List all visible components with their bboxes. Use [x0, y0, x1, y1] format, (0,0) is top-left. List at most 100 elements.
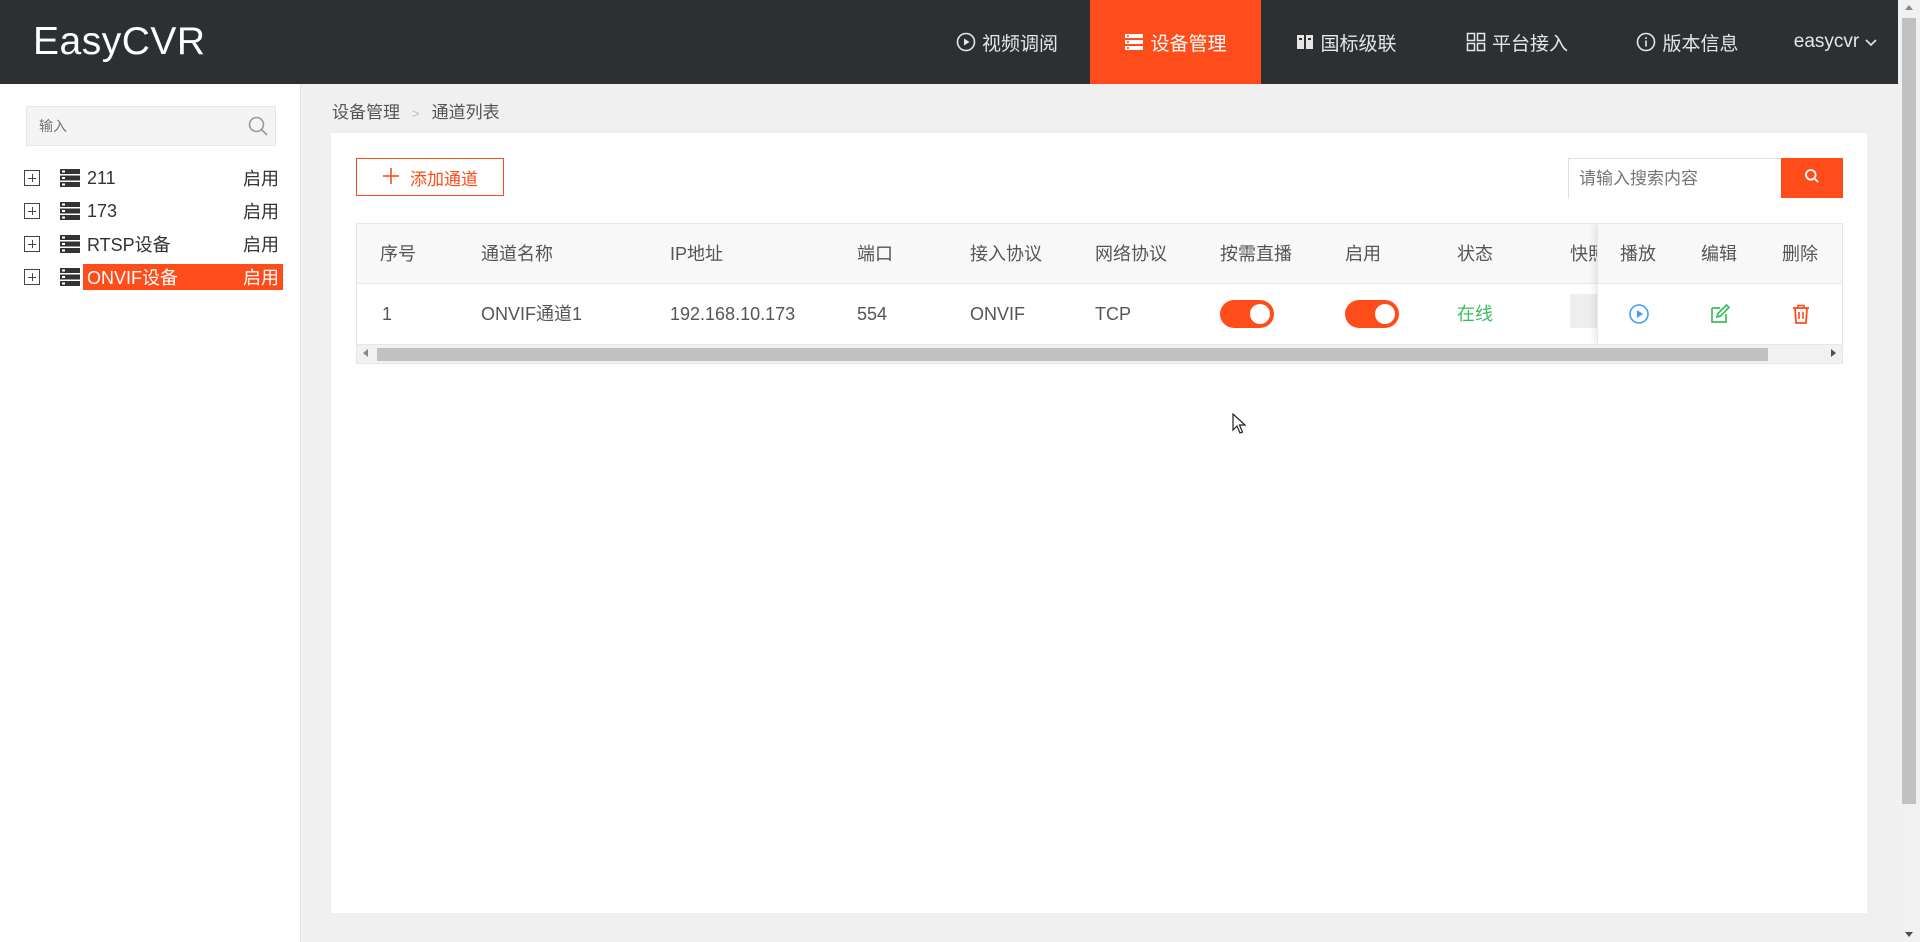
- user-menu[interactable]: easycvr: [1773, 0, 1898, 84]
- top-nav: 视频调阅 设备管理 国标级联 平台接入 版本信息 easycvr: [924, 0, 1898, 84]
- breadcrumb: 设备管理 > 通道列表: [332, 98, 500, 123]
- col-access: 接入协议: [970, 244, 1042, 264]
- server-icon: [60, 169, 80, 192]
- table-horizontal-scrollbar[interactable]: [357, 344, 1842, 363]
- add-channel-label: 添加通道: [410, 169, 478, 189]
- snapshot-thumbnail[interactable]: [1570, 294, 1600, 328]
- device-state: 启用: [243, 202, 279, 222]
- col-enabled: 启用: [1345, 244, 1381, 264]
- device-name: RTSP设备: [87, 235, 171, 255]
- search-icon: [1804, 168, 1820, 189]
- server-list-icon: [1124, 32, 1144, 52]
- expand-icon[interactable]: [24, 236, 40, 252]
- col-snapshot: 快照: [1570, 244, 1597, 264]
- device-name: ONVIF设备: [87, 268, 179, 288]
- col-status: 状态: [1457, 244, 1493, 264]
- plus-icon: [382, 167, 400, 188]
- info-icon: [1636, 32, 1656, 52]
- action-header: 播放 编辑 删除: [1598, 224, 1842, 284]
- action-row: [1598, 284, 1842, 344]
- tree-search-input[interactable]: [27, 107, 239, 145]
- device-state: 启用: [243, 235, 279, 255]
- scroll-thumb[interactable]: [1902, 18, 1916, 804]
- tree-node-label[interactable]: 173 启用: [83, 198, 283, 224]
- cell-network: TCP: [1095, 304, 1131, 324]
- book-icon: [1296, 33, 1314, 51]
- tree-node[interactable]: 211 启用: [0, 162, 300, 195]
- device-sidebar: 211 启用 173 启用 RTSP设备 启用: [0, 84, 301, 942]
- col-name: 通道名称: [481, 244, 553, 264]
- status-badge: 在线: [1457, 304, 1493, 324]
- server-icon: [60, 235, 80, 258]
- channel-list-panel: 添加通道 序号 通道名称 IP地址 端口 接入协议 网络协议 按需直播 启用 状…: [331, 133, 1867, 913]
- nav-item-version-info[interactable]: 版本信息: [1602, 0, 1773, 84]
- add-channel-button[interactable]: 添加通道: [356, 158, 504, 196]
- tree-node[interactable]: RTSP设备 启用: [0, 228, 300, 261]
- nav-item-device-management[interactable]: 设备管理: [1090, 0, 1261, 84]
- channel-search-input[interactable]: [1569, 159, 1781, 199]
- top-header: EasyCVR 视频调阅 设备管理 国标级联 平台接入 版本信息 easycvr: [0, 0, 1898, 84]
- grid-icon: [1466, 32, 1486, 52]
- nav-item-label: 视频调阅: [981, 33, 1058, 55]
- server-icon: [60, 202, 80, 225]
- enabled-toggle[interactable]: [1345, 300, 1399, 328]
- scroll-right-icon[interactable]: [1831, 349, 1836, 357]
- device-state: 启用: [243, 169, 279, 189]
- tree-node-label[interactable]: 211 启用: [83, 165, 283, 191]
- nav-item-label: 国标级联: [1320, 33, 1397, 55]
- tree-node-selected[interactable]: ONVIF设备 启用: [0, 261, 300, 294]
- scroll-thumb[interactable]: [377, 348, 1768, 361]
- breadcrumb-separator: >: [412, 106, 420, 121]
- col-index: 序号: [380, 244, 416, 264]
- cell-ip: 192.168.10.173: [670, 304, 796, 324]
- channel-search-button[interactable]: [1781, 158, 1843, 198]
- nav-item-label: 设备管理: [1150, 33, 1227, 55]
- expand-icon[interactable]: [24, 203, 40, 219]
- channel-table: 序号 通道名称 IP地址 端口 接入协议 网络协议 按需直播 启用 状态 快照 …: [356, 223, 1843, 364]
- ondemand-toggle[interactable]: [1220, 300, 1274, 328]
- scroll-up-icon[interactable]: [1905, 5, 1913, 10]
- breadcrumb-root[interactable]: 设备管理: [332, 103, 400, 122]
- mouse-cursor-icon: [1232, 412, 1247, 440]
- device-state: 启用: [243, 268, 279, 288]
- tree-search-box: [26, 106, 276, 146]
- play-circle-icon: [956, 32, 976, 52]
- nav-item-gb-cascade[interactable]: 国标级联: [1261, 0, 1432, 84]
- server-icon: [60, 268, 80, 291]
- play-icon[interactable]: [1628, 303, 1650, 330]
- edit-icon[interactable]: [1709, 303, 1731, 330]
- cell-name: ONVIF通道1: [481, 304, 583, 324]
- breadcrumb-current: 通道列表: [431, 103, 500, 122]
- chevron-down-icon: [1865, 35, 1877, 50]
- device-tree: 211 启用 173 启用 RTSP设备 启用 ONVIF设备 启用: [0, 162, 300, 294]
- cell-port: 554: [857, 304, 888, 324]
- nav-item-video[interactable]: 视频调阅: [924, 0, 1090, 84]
- device-name: 173: [87, 200, 118, 221]
- tree-node-label[interactable]: ONVIF设备 启用: [83, 264, 283, 290]
- expand-icon[interactable]: [24, 170, 40, 186]
- nav-item-label: 版本信息: [1662, 33, 1739, 55]
- scroll-down-icon[interactable]: [1905, 932, 1913, 937]
- col-ip: IP地址: [670, 244, 724, 264]
- scroll-left-icon[interactable]: [363, 349, 368, 357]
- col-edit: 编辑: [1701, 244, 1737, 264]
- col-play: 播放: [1620, 244, 1656, 264]
- cell-index: 1: [382, 304, 393, 324]
- fixed-action-columns: 播放 编辑 删除: [1597, 224, 1842, 344]
- device-name: 211: [87, 167, 116, 188]
- user-name: easycvr: [1793, 31, 1860, 52]
- col-port: 端口: [857, 244, 893, 264]
- tree-node-label[interactable]: RTSP设备 启用: [83, 231, 283, 257]
- search-icon[interactable]: [247, 115, 269, 142]
- col-network: 网络协议: [1095, 244, 1167, 264]
- delete-icon[interactable]: [1790, 303, 1812, 330]
- nav-item-label: 平台接入: [1491, 33, 1568, 55]
- channel-search-box: [1568, 158, 1781, 199]
- app-logo: EasyCVR: [33, 20, 206, 63]
- nav-item-platform-access[interactable]: 平台接入: [1432, 0, 1602, 84]
- expand-icon[interactable]: [24, 269, 40, 285]
- tree-node[interactable]: 173 启用: [0, 195, 300, 228]
- col-ondemand: 按需直播: [1220, 244, 1292, 264]
- col-delete: 删除: [1782, 244, 1818, 264]
- page-vertical-scrollbar[interactable]: [1898, 0, 1920, 942]
